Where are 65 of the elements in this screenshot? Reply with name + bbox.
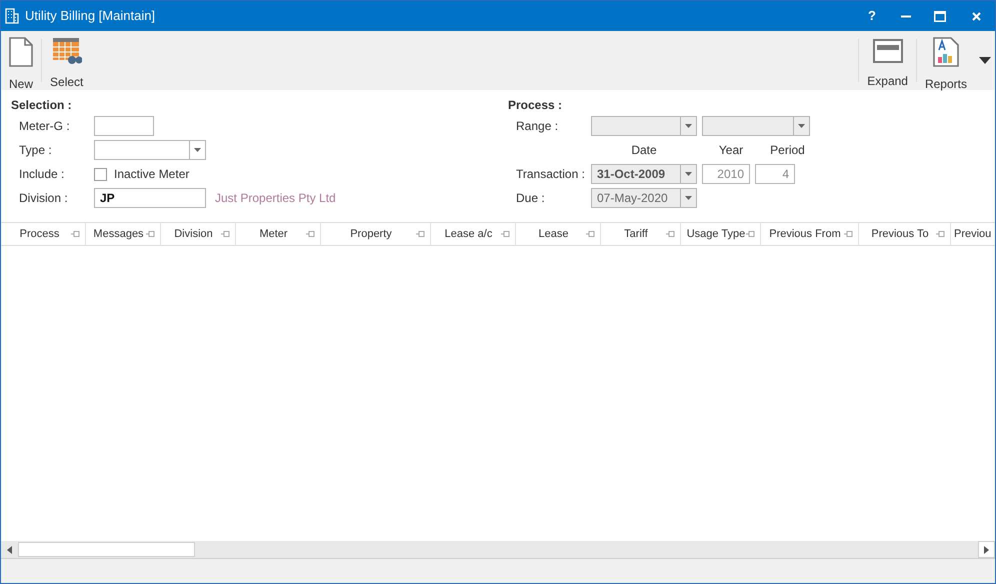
pin-icon[interactable] <box>71 231 80 237</box>
dropdown-arrow-icon <box>685 172 692 176</box>
input-field[interactable]: JP <box>94 188 206 208</box>
column-header[interactable]: Tariff <box>601 223 681 245</box>
column-header[interactable]: Previous To <box>859 223 951 245</box>
checkbox[interactable]: Inactive Meter <box>94 165 190 183</box>
close-icon <box>972 12 980 20</box>
pin-icon[interactable] <box>666 231 675 237</box>
input-field[interactable] <box>94 116 154 136</box>
toolbar-button[interactable]: Expand <box>859 31 916 90</box>
field-label: Range : <box>515 118 560 135</box>
field-label: Transaction : <box>515 166 586 183</box>
dropdown-field[interactable] <box>94 140 206 160</box>
window-title: Utility Billing [Maintain] <box>25 7 156 26</box>
pin-icon[interactable] <box>221 231 230 237</box>
field-label: Due : <box>515 190 546 207</box>
pin-icon[interactable] <box>146 231 155 237</box>
dropdown-arrow-icon <box>685 196 692 200</box>
scroll-right-button[interactable] <box>978 541 995 558</box>
building-icon <box>5 8 19 24</box>
dropdown-caret-icon[interactable] <box>979 57 991 64</box>
grid-binoculars-icon <box>52 37 82 65</box>
dropdown-arrow-icon <box>798 124 805 128</box>
maximize-icon <box>934 10 946 22</box>
field-label: Meter-G : <box>18 118 71 135</box>
division-name: Just Properties Pty Ltd <box>215 190 336 207</box>
column-header[interactable]: Meter <box>236 223 321 245</box>
pin-icon[interactable] <box>746 231 755 237</box>
column-header[interactable]: Process <box>3 223 86 245</box>
section-heading: Selection : <box>11 97 73 114</box>
left-arrow-icon <box>7 546 12 554</box>
column-label: Date <box>630 142 658 159</box>
pin-icon[interactable] <box>501 231 510 237</box>
section-heading: Process : <box>508 97 564 114</box>
field-label: Division : <box>18 190 69 207</box>
column-header[interactable]: Previou <box>951 223 995 245</box>
toolbar-button[interactable]: New <box>1 31 42 90</box>
scrollbar-thumb[interactable] <box>18 542 195 557</box>
field-label: Include : <box>18 166 66 183</box>
pin-icon[interactable] <box>306 231 315 237</box>
pin-icon[interactable] <box>936 231 945 237</box>
minimize-icon <box>901 14 911 18</box>
toolbar-button[interactable]: Select <box>42 31 92 90</box>
column-header[interactable]: Division <box>161 223 236 245</box>
checkbox-box[interactable] <box>94 168 107 180</box>
dropdown-arrow-icon <box>685 124 692 128</box>
toolbar-button[interactable]: Reports <box>916 31 975 90</box>
column-header[interactable]: Previous From <box>761 223 859 245</box>
help-button[interactable]: ? <box>855 1 889 31</box>
document-icon <box>9 37 33 67</box>
dropdown-arrow-icon <box>194 148 201 152</box>
column-label: Period <box>769 142 806 159</box>
pin-icon[interactable] <box>586 231 595 237</box>
column-header[interactable]: Lease a/c <box>431 223 516 245</box>
pin-icon[interactable] <box>844 231 853 237</box>
pin-icon[interactable] <box>416 231 425 237</box>
column-label: Year <box>718 142 744 159</box>
window-icon <box>872 38 903 62</box>
field-label: Type : <box>18 142 53 159</box>
column-header[interactable]: Messages <box>86 223 161 245</box>
column-header[interactable]: Usage Type <box>681 223 761 245</box>
right-arrow-icon <box>984 546 989 554</box>
column-header[interactable]: Property <box>321 223 431 245</box>
report-chart-icon <box>932 37 959 67</box>
column-header[interactable]: Lease <box>516 223 601 245</box>
